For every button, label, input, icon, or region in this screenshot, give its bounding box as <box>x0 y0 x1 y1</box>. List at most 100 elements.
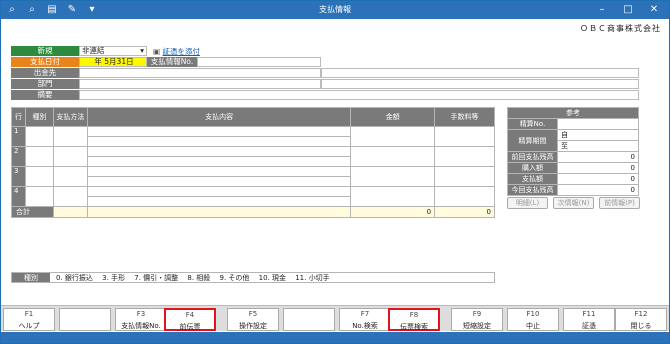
kind-legend-label: 種別 <box>12 273 50 282</box>
fkey-number: F10 <box>526 310 540 318</box>
fkey-label: 短縮設定 <box>463 322 491 330</box>
fkey-label: 証憑 <box>582 322 596 330</box>
f2-button[interactable] <box>59 308 111 331</box>
fkey-label: No.検索 <box>352 322 378 330</box>
col-amount: 金額 <box>350 107 436 127</box>
fkey-label: ヘルプ <box>18 322 40 330</box>
minimize-button[interactable]: – <box>589 1 615 19</box>
consolidation-select[interactable]: 非連結 ▾ <box>79 46 147 56</box>
f10-cancel-button[interactable]: F10 中止 <box>507 308 559 331</box>
detail-button[interactable]: 明細(L) <box>507 197 548 209</box>
payment-info-window: ⌕ ⌕ ▤ ✎ ▾ 支払情報 – □ ✕ ＯＢＣ商事株式会社 新規 非連結 ▾ ▣… <box>0 0 670 344</box>
table-row[interactable]: 2 <box>11 146 495 167</box>
reference-panel: 参考 精算No. 精算期間自 至 前回支払残高 0 購入額 0 支払額 0 今回支払残… <box>507 107 639 196</box>
period-to: 至 <box>557 140 639 152</box>
settle-no-label: 精算No. <box>507 118 558 130</box>
close-button[interactable]: ✕ <box>641 1 667 19</box>
payee-name-field[interactable] <box>321 68 639 78</box>
row-number: 2 <box>11 146 26 167</box>
prev-balance-label: 前回支払残高 <box>507 151 558 163</box>
pay-info-no-label: 支払情報No. <box>147 57 197 67</box>
total-amount: 0 <box>350 206 436 218</box>
f7-no-search-button[interactable]: F7 No.検索 <box>339 308 391 331</box>
f1-help-button[interactable]: F1 ヘルプ <box>3 308 55 331</box>
fkey-number: F5 <box>248 310 258 318</box>
period-from: 自 <box>557 129 639 141</box>
attach-evidence-link[interactable]: ▣ 証憑を添付 <box>153 46 200 57</box>
prev-balance-value: 0 <box>557 151 639 163</box>
fkey-number: F9 <box>472 310 482 318</box>
new-badge: 新規 <box>11 46 79 56</box>
row-number: 4 <box>11 186 26 207</box>
settle-period-label: 精算期間 <box>507 129 558 152</box>
summary-label: 摘要 <box>11 90 79 100</box>
row-number: 3 <box>11 166 26 187</box>
fkey-label: 閉じる <box>630 322 652 330</box>
f8-slip-search-button[interactable]: F8 伝票検索 <box>388 308 440 331</box>
dept-code-field[interactable] <box>79 79 321 89</box>
fkey-number: F3 <box>136 310 146 318</box>
col-content: 支払内容 <box>86 107 352 127</box>
dept-label: 部門 <box>11 79 79 89</box>
paid-label: 支払額 <box>507 173 558 185</box>
prev-info-button[interactable]: 前情報(P) <box>599 197 640 209</box>
company-name: ＯＢＣ商事株式会社 <box>580 24 661 33</box>
col-fee: 手数料等 <box>434 107 495 127</box>
purchase-label: 購入額 <box>507 162 558 174</box>
attach-icon: ▣ <box>153 47 161 56</box>
window-title: 支払情報 <box>319 5 351 14</box>
f9-shortcut-button[interactable]: F9 短縮設定 <box>451 308 503 331</box>
purchase-value: 0 <box>557 162 639 174</box>
col-method: 支払方法 <box>52 107 88 127</box>
fkey-label: 支払情報No. <box>121 322 161 330</box>
chevron-down-icon: ▾ <box>140 46 144 55</box>
total-row: 合計 0 0 <box>11 206 495 218</box>
pay-date-label: 支払日付 <box>11 57 79 67</box>
current-balance-value: 0 <box>557 184 639 196</box>
f12-close-button[interactable]: F12 閉じる <box>615 308 667 331</box>
col-kind: 種別 <box>24 107 54 127</box>
title-bar: ⌕ ⌕ ▤ ✎ ▾ 支払情報 – □ ✕ <box>1 1 669 19</box>
f11-evidence-button[interactable]: F11 証憑 <box>563 308 615 331</box>
f4-prev-slip-button[interactable]: F4 前伝票 <box>164 308 216 331</box>
reference-title: 参考 <box>507 107 639 119</box>
current-balance-label: 今回支払残高 <box>507 184 558 196</box>
payee-code-field[interactable] <box>79 68 321 78</box>
row-number: 1 <box>11 126 26 147</box>
f5-settings-button[interactable]: F5 操作設定 <box>227 308 279 331</box>
dept-name-field[interactable] <box>321 79 639 89</box>
table-row[interactable]: 3 <box>11 166 495 187</box>
reference-buttons: 明細(L) 次情報(N) 前情報(P) <box>507 197 641 209</box>
payee-label: 出金先 <box>11 68 79 78</box>
settle-no-value <box>557 118 639 130</box>
attach-evidence-label: 証憑を添付 <box>162 47 200 56</box>
paid-value: 0 <box>557 173 639 185</box>
table-row[interactable]: 1 <box>11 126 495 147</box>
summary-field[interactable] <box>79 90 639 100</box>
total-label: 合計 <box>11 206 54 218</box>
fkey-number: F12 <box>634 310 648 318</box>
col-row: 行 <box>11 107 26 127</box>
fkey-label: 伝票検索 <box>400 323 428 331</box>
kind-legend-text: 0. 銀行振込 3. 手形 7. 價引・調整 8. 相殺 9. その他 10. … <box>56 274 330 282</box>
pay-info-no-field[interactable] <box>197 57 321 67</box>
detail-table: 行 種別 支払方法 支払内容 金額 手数料等 1 2 3 4 合計 0 0 <box>11 107 495 218</box>
f3-pay-info-no-button[interactable]: F3 支払情報No. <box>115 308 167 331</box>
fkey-number: F8 <box>409 311 419 319</box>
fkey-number: F11 <box>582 310 596 318</box>
fkey-number: F7 <box>360 310 370 318</box>
kind-legend: 種別 0. 銀行振込 3. 手形 7. 價引・調整 8. 相殺 9. その他 1… <box>11 272 495 283</box>
total-fee: 0 <box>434 206 495 218</box>
fkey-number: F4 <box>185 311 195 319</box>
f6-button[interactable] <box>283 308 335 331</box>
fkey-label: 前伝票 <box>179 323 201 331</box>
next-info-button[interactable]: 次情報(N) <box>553 197 594 209</box>
table-row[interactable]: 4 <box>11 186 495 207</box>
function-key-bar: F1 ヘルプ F3 支払情報No. F4 前伝票 F5 操作設定 F7 No.検索 F8 伝… <box>1 305 669 331</box>
maximize-button[interactable]: □ <box>615 1 641 19</box>
fkey-number: F1 <box>24 310 34 318</box>
fkey-label: 中止 <box>526 322 540 330</box>
status-bar <box>1 332 669 343</box>
pay-date-field[interactable]: 年 5月31日 <box>79 57 147 67</box>
consolidation-value: 非連結 <box>82 46 105 55</box>
